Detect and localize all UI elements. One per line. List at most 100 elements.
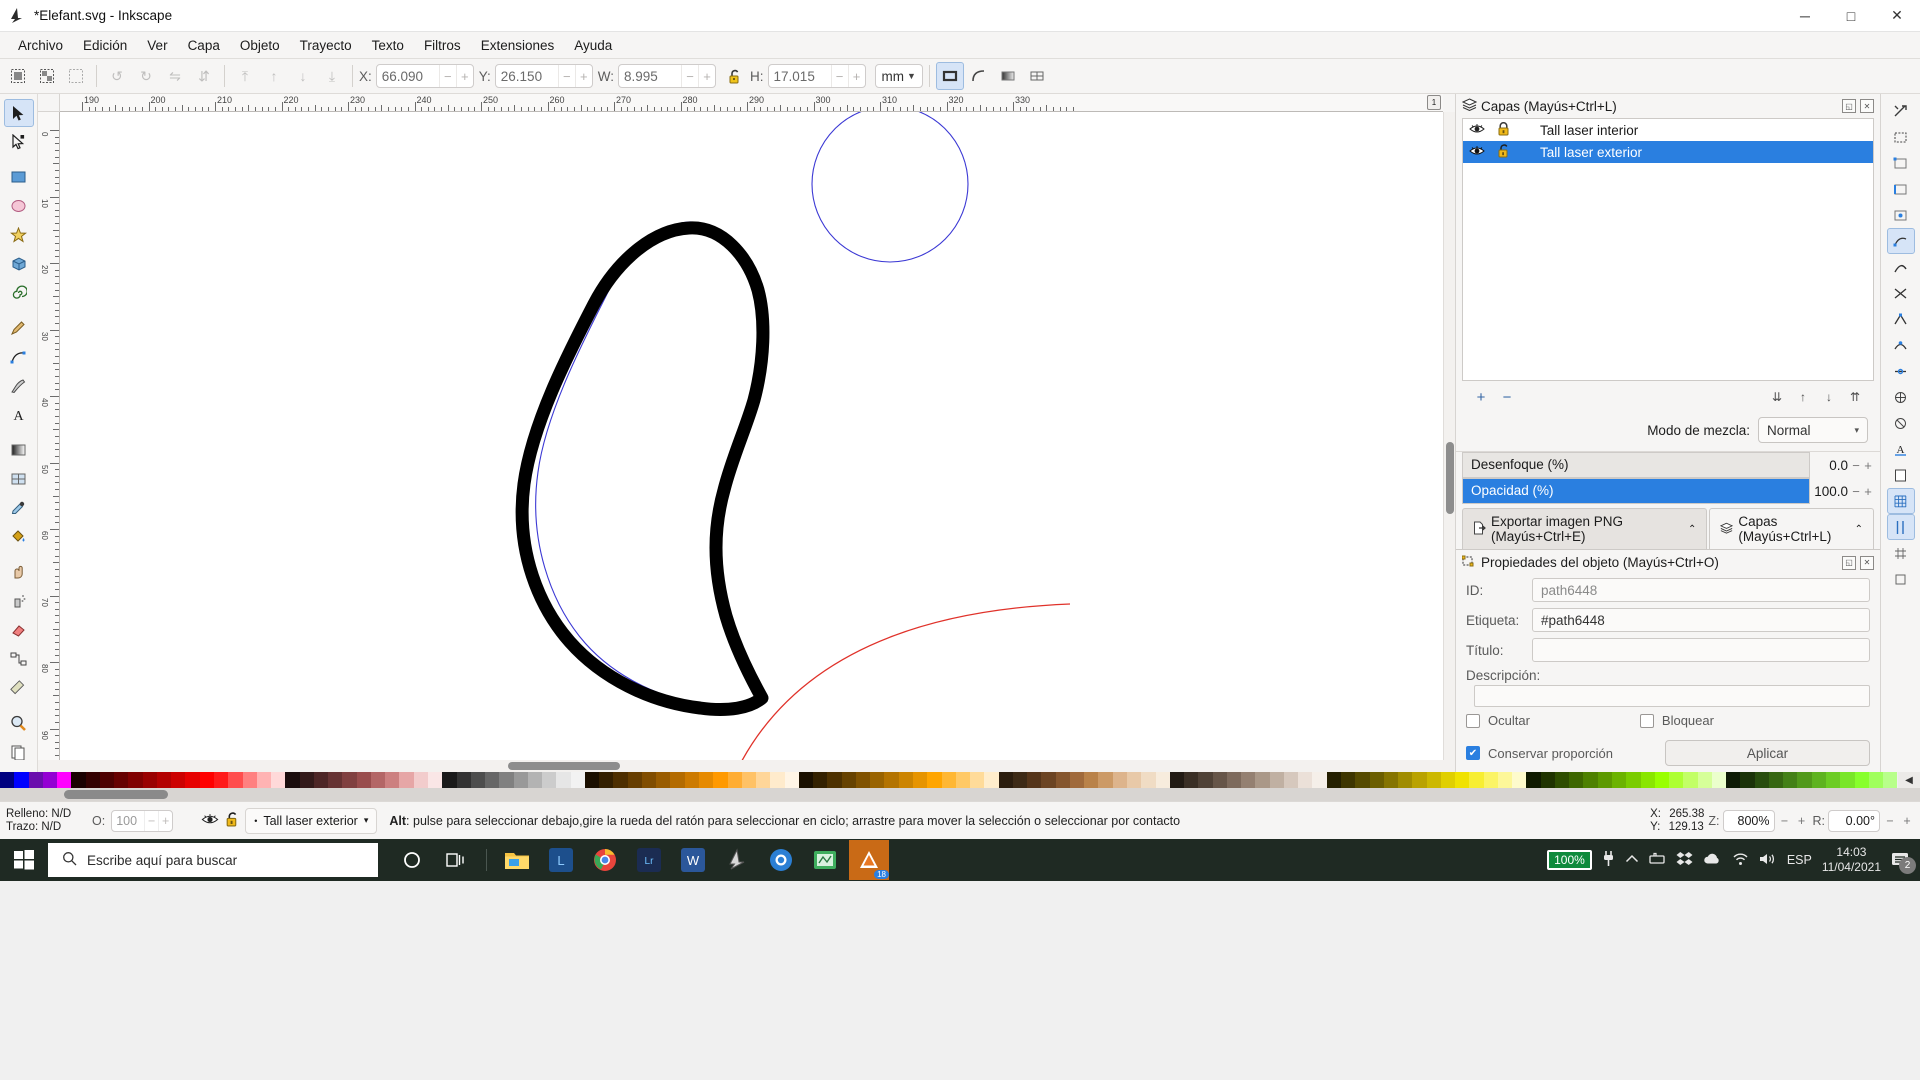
layers-list[interactable]: Tall laser interior Tall laser exterior: [1462, 118, 1874, 381]
snap-path-icon[interactable]: [1887, 254, 1915, 280]
x-decrement[interactable]: −: [438, 65, 456, 87]
palette-swatch[interactable]: [1554, 772, 1570, 788]
palette-swatch[interactable]: [1369, 772, 1384, 788]
palette-swatch[interactable]: [1683, 772, 1698, 788]
rotate-decrement[interactable]: −: [1883, 814, 1897, 828]
palette-swatch[interactable]: [1269, 772, 1284, 788]
blur-slider[interactable]: Desenfoque (%): [1462, 452, 1810, 478]
float-panel-button[interactable]: ◱: [1842, 555, 1856, 570]
palette-swatch[interactable]: [513, 772, 528, 788]
mesh-gradient-tool[interactable]: [4, 465, 34, 493]
menu-archivo[interactable]: Archivo: [8, 34, 73, 57]
etiqueta-input[interactable]: #path6448: [1532, 608, 1870, 632]
cortana-icon[interactable]: [392, 840, 432, 880]
palette-swatch[interactable]: [199, 772, 214, 788]
palette-swatch[interactable]: [1569, 772, 1584, 788]
palette-swatch[interactable]: [456, 772, 471, 788]
palette-swatch[interactable]: [1355, 772, 1370, 788]
palette-swatch[interactable]: [1212, 772, 1227, 788]
inkscape-icon[interactable]: [717, 840, 757, 880]
palette-swatch[interactable]: [656, 772, 671, 788]
lower-layer-to-bottom-button[interactable]: ⇈: [1842, 387, 1868, 407]
usb-device-icon[interactable]: [1649, 852, 1666, 868]
palette-swatch[interactable]: [299, 772, 314, 788]
palette-swatch[interactable]: [14, 772, 29, 788]
zoom-tool[interactable]: [4, 709, 34, 737]
measure-tool[interactable]: [4, 674, 34, 702]
palette-swatch[interactable]: [556, 772, 571, 788]
ellipse-tool[interactable]: [4, 192, 34, 220]
palette-swatch[interactable]: [1612, 772, 1627, 788]
palette-swatch[interactable]: [1098, 772, 1113, 788]
pencil-tool[interactable]: [4, 314, 34, 342]
lock-open-icon[interactable]: [1497, 143, 1510, 161]
opacity-spinner[interactable]: − +: [111, 809, 174, 832]
palette-swatch[interactable]: [1084, 772, 1099, 788]
y-decrement[interactable]: −: [557, 65, 575, 87]
eraser-tool[interactable]: [4, 616, 34, 644]
palette-swatch[interactable]: [85, 772, 100, 788]
palette-swatch[interactable]: [1012, 772, 1028, 788]
paintbucket-tool[interactable]: [4, 523, 34, 551]
titulo-input[interactable]: [1532, 638, 1870, 662]
h-spinner[interactable]: − +: [767, 64, 866, 88]
palette-swatch[interactable]: [470, 772, 486, 788]
lightburn-icon[interactable]: 18: [849, 840, 889, 880]
zoom-decrement[interactable]: −: [1778, 814, 1792, 828]
palette-swatch[interactable]: [156, 772, 172, 788]
palette-swatch[interactable]: [1184, 772, 1199, 788]
show-hidden-icons-icon[interactable]: [1625, 853, 1639, 867]
palette-swatch[interactable]: [228, 772, 243, 788]
snap-rotation-center-icon[interactable]: [1887, 410, 1915, 436]
snap-guide-icon[interactable]: [1886, 514, 1915, 540]
palette-swatch[interactable]: [884, 772, 899, 788]
palette-swatch[interactable]: [870, 772, 885, 788]
palette-swatch[interactable]: [627, 772, 642, 788]
pages-tool[interactable]: [4, 738, 34, 766]
menu-filtros[interactable]: Filtros: [414, 34, 471, 57]
palette-swatch[interactable]: [1112, 772, 1127, 788]
palette-swatch[interactable]: [442, 772, 457, 788]
palette-swatch[interactable]: [1740, 772, 1755, 788]
onedrive-icon[interactable]: [1703, 852, 1722, 868]
palette-swatch[interactable]: [841, 772, 856, 788]
layer-visibility-icon[interactable]: [201, 813, 219, 829]
horizontal-ruler[interactable]: 190 200 210 220 230 240 250 260 270 280 290 300 310 3…: [60, 94, 1443, 112]
snap-cusp-node-icon[interactable]: [1887, 306, 1915, 332]
palette-swatch[interactable]: [998, 772, 1013, 788]
node-tool[interactable]: [4, 128, 34, 156]
select-all-layers-icon[interactable]: [33, 62, 61, 90]
w-spinner[interactable]: − +: [618, 64, 717, 88]
palette-swatch[interactable]: [1840, 772, 1855, 788]
palette-swatch[interactable]: [855, 772, 871, 788]
palette-swatch[interactable]: [485, 772, 500, 788]
minimize-button[interactable]: ─: [1782, 0, 1828, 32]
palette-swatch[interactable]: [670, 772, 685, 788]
opacity-increment[interactable]: +: [158, 810, 172, 831]
gradient-tool[interactable]: [4, 436, 34, 464]
palette-swatch[interactable]: [1312, 772, 1327, 788]
snap-enable-toggle[interactable]: [1887, 98, 1915, 124]
menu-objeto[interactable]: Objeto: [230, 34, 290, 57]
dropbox-icon[interactable]: [1676, 851, 1693, 869]
palette-swatch[interactable]: [385, 772, 400, 788]
menu-capa[interactable]: Capa: [178, 34, 230, 57]
h-input[interactable]: [768, 65, 831, 87]
taskbar-clock[interactable]: 14:03 11/04/2021: [1822, 845, 1881, 875]
palette-swatch[interactable]: [427, 772, 443, 788]
palette-swatch[interactable]: [1497, 772, 1513, 788]
w-increment[interactable]: +: [698, 65, 715, 87]
palette-swatch[interactable]: [1797, 772, 1812, 788]
selector-tool[interactable]: [3, 99, 34, 127]
float-panel-button[interactable]: ◱: [1842, 99, 1856, 113]
palette-swatch[interactable]: [542, 772, 557, 788]
star-tool[interactable]: [4, 221, 34, 249]
palette-swatch[interactable]: [1283, 772, 1299, 788]
menu-texto[interactable]: Texto: [362, 34, 414, 57]
aplicar-button[interactable]: Aplicar: [1665, 740, 1870, 766]
tweak-tool[interactable]: [4, 558, 34, 586]
menu-trayecto[interactable]: Trayecto: [290, 34, 362, 57]
palette-swatch[interactable]: [570, 772, 585, 788]
palette-swatch[interactable]: [271, 772, 286, 788]
palette-menu-arrow-icon[interactable]: ◀: [1898, 772, 1920, 788]
